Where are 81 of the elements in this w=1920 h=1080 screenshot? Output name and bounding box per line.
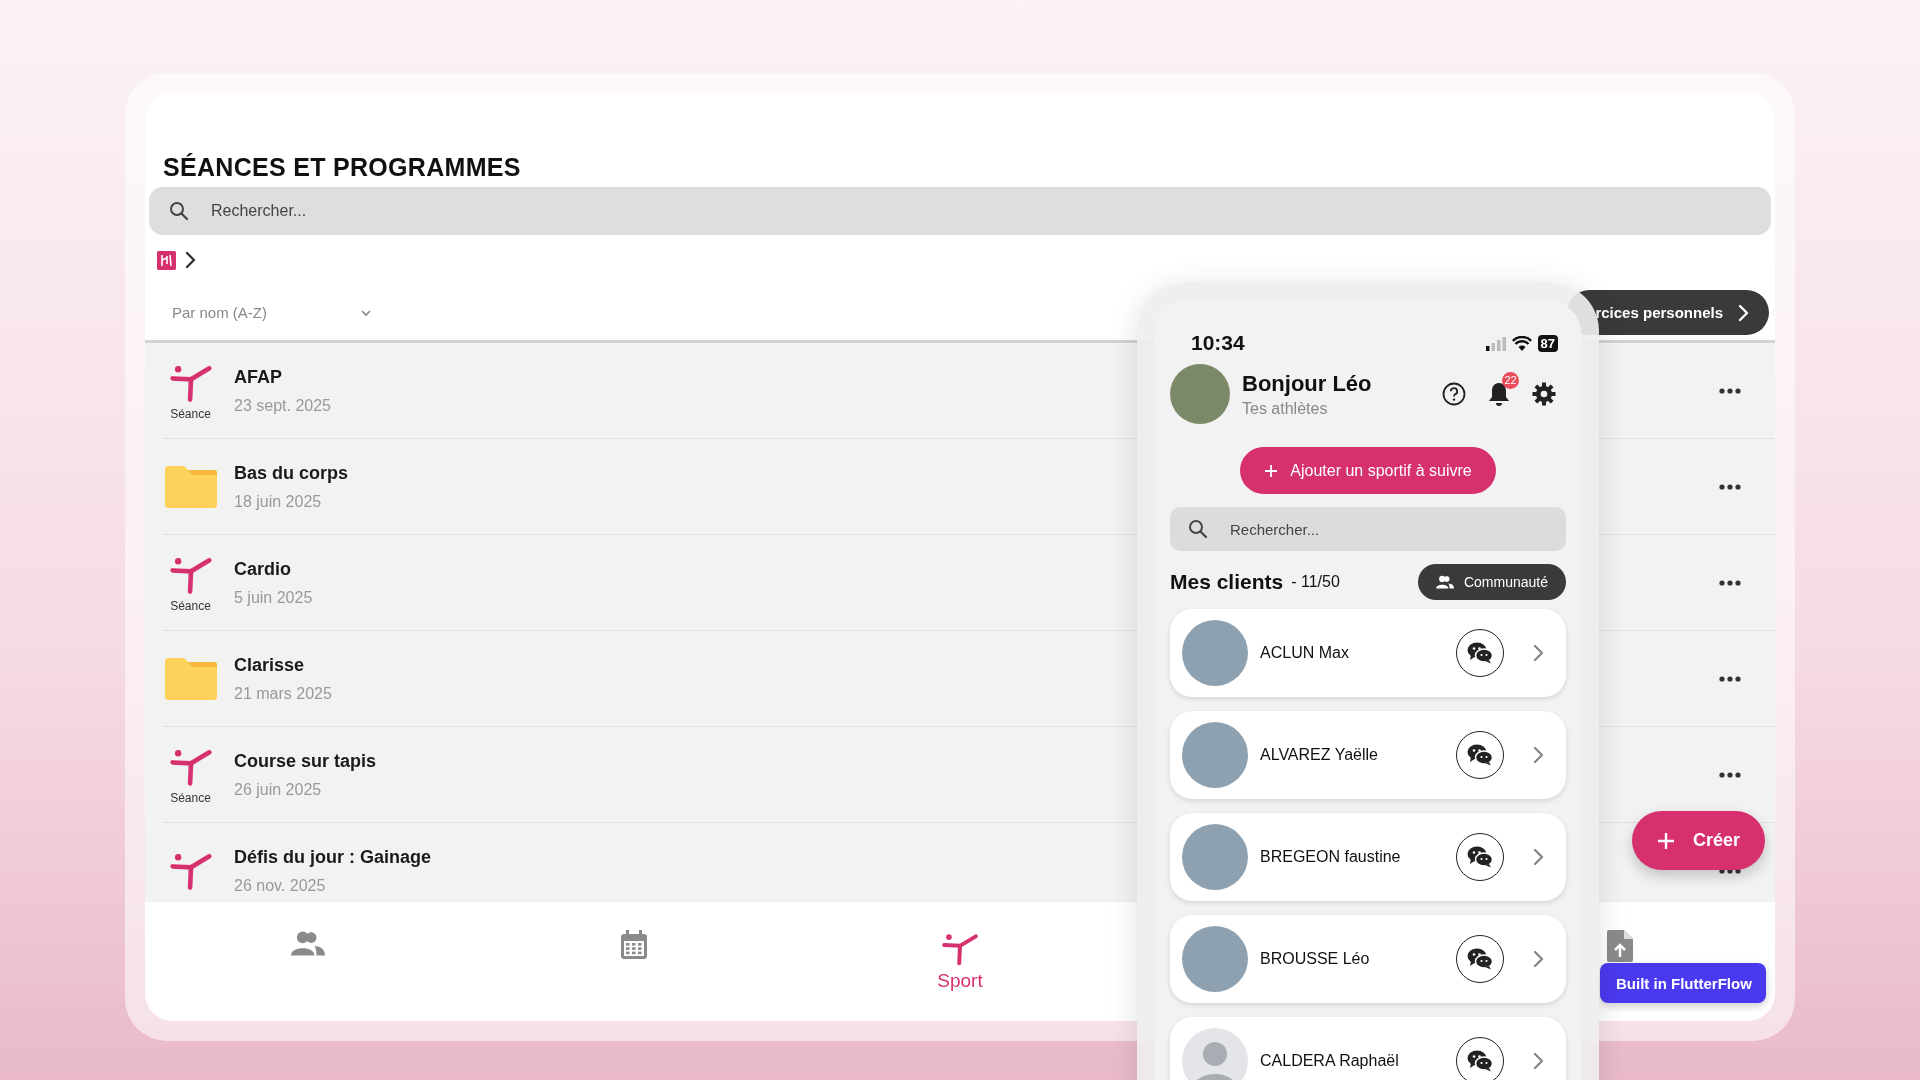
- folder-icon: [164, 465, 217, 508]
- client-card[interactable]: BREGEON faustine: [1170, 813, 1566, 901]
- client-card[interactable]: ACLUN Max: [1170, 609, 1566, 697]
- item-name: Course sur tapis: [234, 750, 377, 772]
- status-time: 10:34: [1191, 331, 1245, 355]
- chevron-right-icon: [1532, 950, 1544, 968]
- item-date: 5 juin 2025: [234, 588, 313, 607]
- item-date: 23 sept. 2025: [234, 396, 331, 415]
- wifi-icon: [1511, 336, 1532, 351]
- client-name: BROUSSE Léo: [1260, 950, 1371, 968]
- chat-icon: [1467, 744, 1493, 766]
- greeting-subtitle: Tes athlètes: [1242, 399, 1329, 418]
- chat-button[interactable]: [1456, 629, 1504, 677]
- chevron-right-icon: [1532, 746, 1544, 764]
- signal-icon: [1485, 336, 1506, 351]
- search-field[interactable]: Rechercher...: [1230, 520, 1430, 538]
- search-icon: [169, 201, 189, 221]
- settings-icon[interactable]: [1532, 382, 1556, 406]
- item-date: 26 nov. 2025: [234, 877, 326, 895]
- client-count: - 11/50: [1291, 573, 1341, 591]
- sort-dropdown[interactable]: Par nom (A-Z): [172, 304, 372, 321]
- more-icon[interactable]: [1719, 483, 1741, 490]
- nav-tab[interactable]: Sport: [931, 902, 989, 993]
- item-name: AFAP: [234, 366, 282, 388]
- add-athlete-button[interactable]: Ajouter un sportif à suivre: [1240, 447, 1496, 494]
- item-name: Cardio: [234, 558, 291, 580]
- folder-icon: [164, 657, 217, 700]
- chat-button[interactable]: [1456, 1037, 1504, 1080]
- page-title: SÉANCES ET PROGRAMMES: [163, 153, 522, 181]
- community-button[interactable]: Communauté: [1417, 564, 1566, 600]
- photo-placeholder: [1170, 364, 1230, 424]
- item-name: Défis du jour : Gainage: [234, 847, 432, 868]
- file-upload-icon: [1607, 930, 1633, 962]
- chat-button[interactable]: [1456, 935, 1504, 983]
- notification-count: 22: [1502, 371, 1519, 389]
- item-date: 18 juin 2025: [234, 492, 322, 511]
- client-name: BREGEON faustine: [1260, 848, 1402, 866]
- search-icon: [1188, 519, 1208, 539]
- client-card[interactable]: CALDERA Raphaël: [1170, 1017, 1566, 1080]
- item-type-label: Séance: [170, 598, 211, 613]
- item-date: 21 mars 2025: [234, 684, 332, 703]
- help-icon[interactable]: [1442, 382, 1466, 406]
- chat-button[interactable]: [1456, 731, 1504, 779]
- chat-icon: [1467, 846, 1493, 868]
- section-title: Mes clients: [1170, 570, 1284, 594]
- more-icon[interactable]: [1719, 675, 1741, 682]
- chat-icon: [1467, 1050, 1493, 1072]
- people-icon: [291, 930, 325, 956]
- item-date: 26 juin 2025: [234, 780, 322, 799]
- item-name: Clarisse: [234, 654, 305, 676]
- logo-icon[interactable]: [157, 250, 176, 270]
- client-card[interactable]: ALVAREZ Yaëlle: [1170, 711, 1566, 799]
- item-type-label: Séance: [170, 790, 211, 805]
- greeting: Bonjour Léo: [1242, 370, 1373, 397]
- chat-icon: [1467, 948, 1493, 970]
- client-name: CALDERA Raphaël: [1260, 1052, 1400, 1070]
- chevron-right-icon: [1532, 848, 1544, 866]
- chat-button[interactable]: [1456, 833, 1504, 881]
- chevron-right-icon: [1532, 644, 1544, 662]
- battery-level: 87: [1537, 335, 1558, 352]
- client-card[interactable]: BROUSSE Léo: [1170, 915, 1566, 1003]
- plus-icon: [1264, 463, 1279, 478]
- chevron-down-icon: [360, 308, 372, 317]
- people-icon: [1435, 575, 1454, 589]
- item-name: Bas du corps: [234, 462, 349, 484]
- plus-icon: [1657, 831, 1675, 850]
- more-icon[interactable]: [1719, 387, 1741, 394]
- more-icon[interactable]: [1719, 579, 1741, 586]
- calendar-icon: [620, 930, 648, 960]
- built-with-badge[interactable]: Built in FlutterFlow: [1600, 963, 1766, 1003]
- item-type-label: Séance: [170, 406, 211, 421]
- chevron-right-icon: [1532, 1052, 1544, 1070]
- chevron-right-icon: [1737, 303, 1749, 322]
- client-name: ALVAREZ Yaëlle: [1260, 746, 1379, 764]
- chat-icon: [1467, 642, 1493, 664]
- client-name: ACLUN Max: [1260, 644, 1350, 662]
- chevron-right-icon: [184, 251, 196, 269]
- more-icon[interactable]: [1719, 771, 1741, 778]
- create-button[interactable]: Créer: [1632, 811, 1765, 870]
- avatar-silhouette-icon: [1182, 1028, 1248, 1080]
- search-field[interactable]: Rechercher...: [211, 202, 511, 220]
